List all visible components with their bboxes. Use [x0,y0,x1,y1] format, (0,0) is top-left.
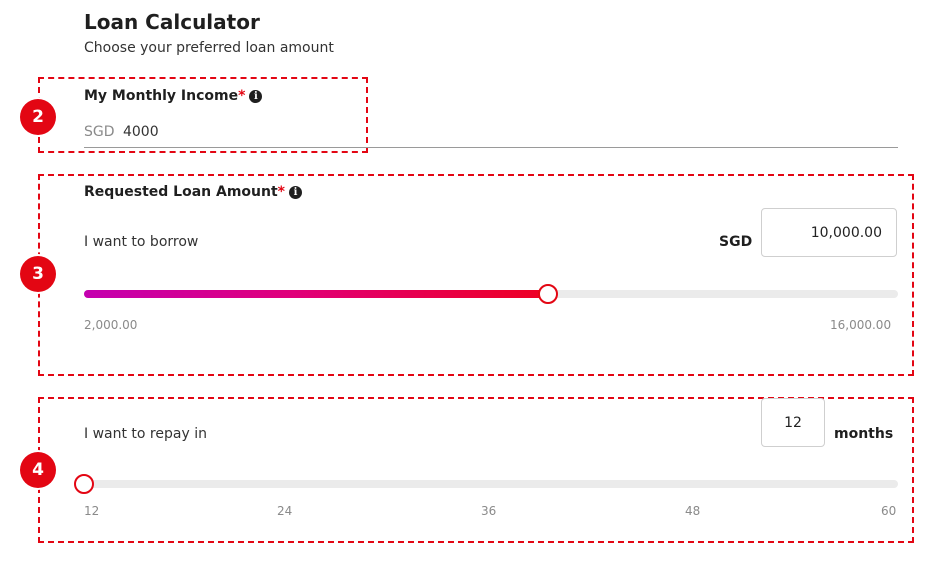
loan-label: Requested Loan Amount* i [84,184,302,200]
income-underline [84,147,898,148]
income-input-value[interactable]: 4000 [123,124,159,140]
page-title: Loan Calculator [84,10,260,34]
info-icon[interactable]: i [289,186,302,199]
tenure-tick-label: 48 [685,504,701,518]
tenure-slider-thumb[interactable] [74,474,94,494]
tenure-tick-label: 12 [84,504,100,518]
required-mark: * [277,184,285,200]
income-label: My Monthly Income* i [84,88,263,104]
income-currency: SGD [84,124,115,140]
tenure-unit: months [834,426,894,442]
tenure-tick-label: 24 [277,504,293,518]
info-icon[interactable]: i [249,90,263,103]
loan-highlight-box [38,174,914,376]
loan-amount-value: 10,000.00 [810,224,882,241]
step-badge-2: 2 [20,99,56,135]
loan-min-label: 2,000.00 [84,318,138,332]
tenure-tick-label: 60 [881,504,897,518]
loan-slider-fill [84,290,548,298]
required-mark: * [238,88,246,104]
tenure-slider-track[interactable] [84,480,898,488]
step-badge-4: 4 [20,452,56,488]
loan-slider-thumb[interactable] [537,284,558,304]
loan-amount-input[interactable]: 10,000.00 [761,208,897,257]
step-badge-3: 3 [20,256,56,292]
loan-currency: SGD [719,234,753,250]
loan-label-text: Requested Loan Amount [84,184,278,200]
borrow-prompt: I want to borrow [84,234,199,250]
repay-prompt: I want to repay in [84,426,207,442]
tenure-input[interactable]: 12 [761,398,825,447]
loan-max-label: 16,000.00 [830,318,892,332]
income-field[interactable]: SGD 4000 [84,124,159,140]
page-subtitle: Choose your preferred loan amount [84,40,334,56]
tenure-input-value: 12 [784,414,802,431]
tenure-tick-label: 36 [481,504,497,518]
income-label-text: My Monthly Income [84,88,239,104]
